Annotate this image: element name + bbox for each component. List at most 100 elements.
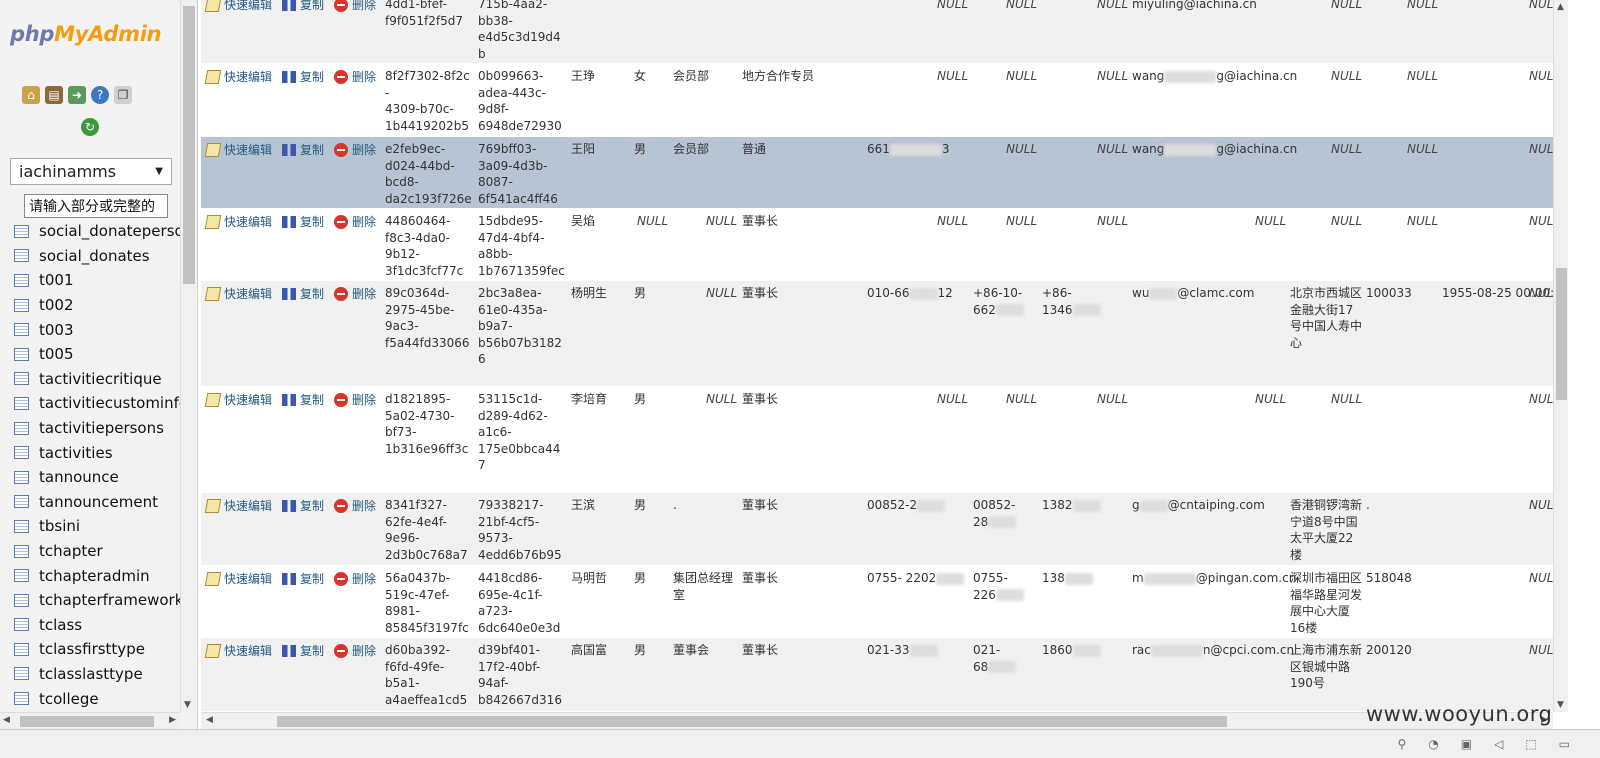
phpmyadmin-logo[interactable]: phpMyAdmin (10, 22, 162, 46)
main-vertical-scrollbar[interactable]: ▲ ▼ (1553, 0, 1568, 712)
scroll-thumb[interactable] (277, 716, 1227, 727)
quick-edit-link[interactable]: 快速编辑 (204, 497, 272, 514)
delete-link[interactable]: 删除 (334, 68, 376, 85)
table-list-item[interactable]: tactivitiecritique (14, 367, 182, 392)
quick-edit-link[interactable]: 快速编辑 (204, 68, 272, 85)
delete-link[interactable]: 删除 (334, 642, 376, 659)
tray-icon[interactable]: ▭ (1559, 737, 1570, 751)
copy-link[interactable]: 复制 (282, 141, 324, 158)
tray-icon[interactable]: ◔ (1428, 737, 1438, 751)
tray-icon[interactable]: ⬚ (1525, 737, 1536, 751)
delete-link-label[interactable]: 删除 (352, 497, 376, 514)
copy-link-label[interactable]: 复制 (300, 213, 324, 230)
quick-edit-link[interactable]: 快速编辑 (204, 141, 272, 158)
table-list-item[interactable]: tchapterframework (14, 588, 182, 613)
table-name[interactable]: t003 (39, 321, 74, 339)
help-icon[interactable]: ? (91, 86, 109, 104)
table-name[interactable]: tactivitiepersons (39, 419, 164, 437)
table-list-item[interactable]: tannounce (14, 465, 182, 490)
table-list-item[interactable]: tbsini (14, 514, 182, 539)
delete-link-label[interactable]: 删除 (352, 0, 376, 13)
quick-edit-link-label[interactable]: 快速编辑 (224, 141, 272, 158)
copy-link[interactable]: 复制 (282, 213, 324, 230)
table-row[interactable]: 快速编辑 复制 删除 8f2f7302-8f2c- 4309-b70c- 1b441920… (201, 64, 1553, 137)
quick-edit-link[interactable]: 快速编辑 (204, 0, 272, 13)
delete-link-label[interactable]: 删除 (352, 141, 376, 158)
table-row[interactable]: 快速编辑 复制 删除 8341f327- 62fe-4e4f- 9e96- 2d3b0c76… (201, 493, 1553, 566)
copy-link[interactable]: 复制 (282, 285, 324, 302)
nav-vertical-scrollbar[interactable]: ▼ (180, 0, 196, 712)
table-name[interactable]: t002 (39, 296, 74, 314)
scroll-thumb[interactable] (1556, 268, 1567, 400)
quick-edit-link-label[interactable]: 快速编辑 (224, 0, 272, 13)
reload-icon[interactable]: ↻ (81, 118, 99, 136)
table-list-item[interactable]: t001 (14, 268, 182, 293)
quick-edit-link-label[interactable]: 快速编辑 (224, 570, 272, 587)
scroll-up-arrow[interactable]: ▲ (1557, 2, 1564, 12)
delete-link-label[interactable]: 删除 (352, 285, 376, 302)
quick-edit-link-label[interactable]: 快速编辑 (224, 68, 272, 85)
copy-link-label[interactable]: 复制 (300, 68, 324, 85)
table-list-item[interactable]: tactivitiepersons (14, 416, 182, 441)
quick-edit-link-label[interactable]: 快速编辑 (224, 391, 272, 408)
table-row[interactable]: 快速编辑 复制 删除 56a0437b- 519c-47ef- 8981- 85845f31… (201, 566, 1553, 638)
database-select[interactable]: iachinamms ▼ (10, 158, 172, 185)
table-name[interactable]: social_donates (39, 247, 150, 265)
table-name[interactable]: tactivities (39, 444, 113, 462)
logout-icon[interactable]: ➜ (68, 86, 86, 104)
table-name[interactable]: tchapterframework (39, 591, 182, 609)
table-name[interactable]: social_donateperson (39, 222, 182, 240)
scroll-left-arrow[interactable]: ◀ (206, 715, 213, 725)
table-name[interactable]: tactivitiecritique (39, 370, 162, 388)
delete-link-label[interactable]: 删除 (352, 213, 376, 230)
table-name[interactable]: tclassfirsttype (39, 640, 145, 658)
main-horizontal-scrollbar[interactable]: ◀ ▶ (201, 712, 1553, 729)
scroll-down-arrow[interactable]: ▼ (1557, 700, 1564, 710)
table-list-item[interactable]: t002 (14, 293, 182, 318)
table-list-item[interactable]: tclasslasttype (14, 662, 182, 687)
quick-edit-link[interactable]: 快速编辑 (204, 570, 272, 587)
scroll-right-arrow[interactable]: ▶ (169, 715, 176, 725)
delete-link-label[interactable]: 删除 (352, 642, 376, 659)
quick-edit-link-label[interactable]: 快速编辑 (224, 497, 272, 514)
copy-link-label[interactable]: 复制 (300, 285, 324, 302)
docs-icon[interactable]: ❐ (114, 86, 132, 104)
quick-edit-link[interactable]: 快速编辑 (204, 285, 272, 302)
scroll-down-arrow[interactable]: ▼ (184, 700, 191, 710)
copy-link-label[interactable]: 复制 (300, 0, 324, 13)
delete-link-label[interactable]: 删除 (352, 391, 376, 408)
delete-link[interactable]: 删除 (334, 391, 376, 408)
copy-link-label[interactable]: 复制 (300, 141, 324, 158)
copy-link[interactable]: 复制 (282, 570, 324, 587)
table-name[interactable]: tclasslasttype (39, 665, 143, 683)
delete-link[interactable]: 删除 (334, 497, 376, 514)
table-row[interactable]: 快速编辑 复制 删除 d60ba392- f6fd-49fe-b5a1- a4aeffea… (201, 638, 1553, 712)
delete-link[interactable]: 删除 (334, 141, 376, 158)
table-list-item[interactable]: tchapteradmin (14, 563, 182, 588)
table-list-item[interactable]: social_donates (14, 244, 182, 269)
table-name[interactable]: tchapteradmin (39, 567, 150, 585)
copy-link[interactable]: 复制 (282, 0, 324, 13)
copy-link[interactable]: 复制 (282, 391, 324, 408)
quick-edit-link-label[interactable]: 快速编辑 (224, 213, 272, 230)
quick-edit-link[interactable]: 快速编辑 (204, 642, 272, 659)
quick-edit-link[interactable]: 快速编辑 (204, 391, 272, 408)
delete-link[interactable]: 删除 (334, 570, 376, 587)
tray-icon[interactable]: ◁ (1494, 737, 1503, 751)
table-row[interactable]: 快速编辑 复制 删除 d1821895- 5a02-4730- bf73- 1b316e96… (201, 387, 1553, 493)
tray-icon[interactable]: ▣ (1461, 737, 1472, 751)
table-name[interactable]: tannounce (39, 468, 119, 486)
quick-edit-link-label[interactable]: 快速编辑 (224, 285, 272, 302)
table-list-item[interactable]: tclassfirsttype (14, 637, 182, 662)
tray-icon[interactable]: ⚲ (1397, 737, 1406, 751)
table-name[interactable]: tclass (39, 616, 82, 634)
copy-link-label[interactable]: 复制 (300, 497, 324, 514)
scroll-left-arrow[interactable]: ◀ (3, 715, 10, 725)
table-list-item[interactable]: tactivitiecustominfo (14, 391, 182, 416)
scroll-thumb[interactable] (20, 716, 154, 727)
nav-horizontal-scrollbar[interactable]: ◀ ▶ (0, 712, 180, 729)
table-name[interactable]: t001 (39, 271, 74, 289)
copy-link-label[interactable]: 复制 (300, 391, 324, 408)
delete-link[interactable]: 删除 (334, 0, 376, 13)
table-row[interactable]: 快速编辑 复制 删除 e2feb9ec-d024-44bd-bcd8- da2c193f… (201, 137, 1553, 209)
